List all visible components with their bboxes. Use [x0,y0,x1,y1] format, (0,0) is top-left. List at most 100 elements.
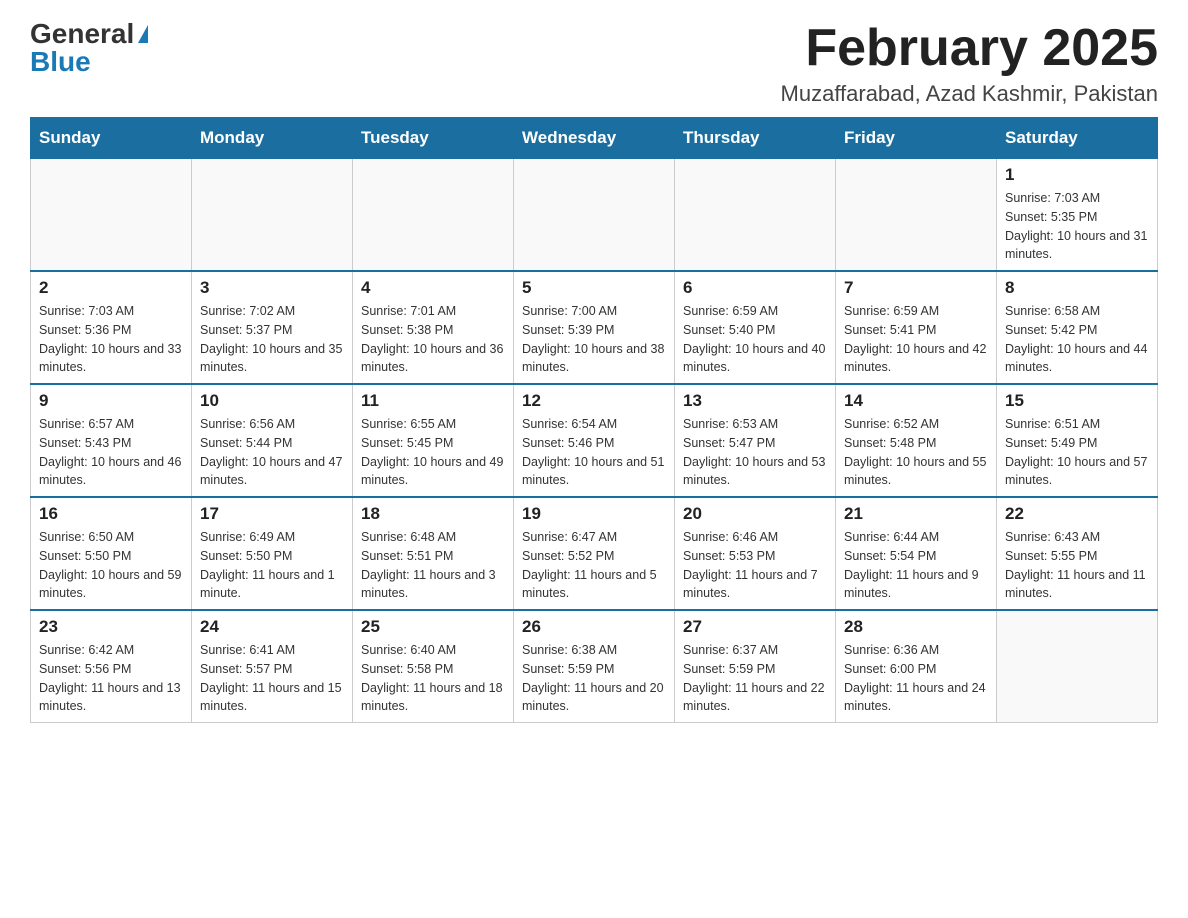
day-number: 23 [39,617,183,637]
calendar-cell: 4 Sunrise: 7:01 AMSunset: 5:38 PMDaylight… [353,271,514,384]
calendar-cell: 23 Sunrise: 6:42 AMSunset: 5:56 PMDayligh… [31,610,192,723]
day-info: Sunrise: 6:59 AMSunset: 5:40 PMDaylight:… [683,302,827,377]
day-number: 7 [844,278,988,298]
day-info: Sunrise: 6:50 AMSunset: 5:50 PMDaylight:… [39,528,183,603]
calendar-cell: 13Sunrise: 6:53 AMSunset: 5:47 PMDayligh… [675,384,836,497]
day-number: 24 [200,617,344,637]
day-info: Sunrise: 6:48 AMSunset: 5:51 PMDaylight:… [361,528,505,603]
calendar-header-saturday: Saturday [997,118,1158,159]
calendar-header-row: SundayMondayTuesdayWednesdayThursdayFrid… [31,118,1158,159]
day-info: Sunrise: 6:40 AMSunset: 5:58 PMDaylight:… [361,641,505,716]
calendar-week-row: 1 Sunrise: 7:03 AMSunset: 5:35 PMDaylight… [31,159,1158,272]
day-info: Sunrise: 6:53 AMSunset: 5:47 PMDaylight:… [683,415,827,490]
day-info: Sunrise: 6:51 AMSunset: 5:49 PMDaylight:… [1005,415,1149,490]
day-info: Sunrise: 6:59 AMSunset: 5:41 PMDaylight:… [844,302,988,377]
day-number: 28 [844,617,988,637]
day-number: 6 [683,278,827,298]
day-number: 17 [200,504,344,524]
calendar-cell: 22Sunrise: 6:43 AMSunset: 5:55 PMDayligh… [997,497,1158,610]
calendar-cell: 20 Sunrise: 6:46 AMSunset: 5:53 PMDayligh… [675,497,836,610]
day-number: 14 [844,391,988,411]
calendar-cell: 21 Sunrise: 6:44 AMSunset: 5:54 PMDayligh… [836,497,997,610]
calendar-cell: 8 Sunrise: 6:58 AMSunset: 5:42 PMDaylight… [997,271,1158,384]
calendar-cell: 19 Sunrise: 6:47 AMSunset: 5:52 PMDayligh… [514,497,675,610]
calendar-cell: 2Sunrise: 7:03 AMSunset: 5:36 PMDaylight… [31,271,192,384]
calendar-cell: 25Sunrise: 6:40 AMSunset: 5:58 PMDayligh… [353,610,514,723]
calendar-cell: 7 Sunrise: 6:59 AMSunset: 5:41 PMDaylight… [836,271,997,384]
calendar-cell: 3 Sunrise: 7:02 AMSunset: 5:37 PMDaylight… [192,271,353,384]
calendar-cell: 16 Sunrise: 6:50 AMSunset: 5:50 PMDayligh… [31,497,192,610]
day-info: Sunrise: 6:44 AMSunset: 5:54 PMDaylight:… [844,528,988,603]
calendar-cell [836,159,997,272]
day-number: 18 [361,504,505,524]
day-info: Sunrise: 7:01 AMSunset: 5:38 PMDaylight:… [361,302,505,377]
calendar-cell: 12 Sunrise: 6:54 AMSunset: 5:46 PMDayligh… [514,384,675,497]
day-info: Sunrise: 7:00 AMSunset: 5:39 PMDaylight:… [522,302,666,377]
day-info: Sunrise: 6:41 AMSunset: 5:57 PMDaylight:… [200,641,344,716]
day-number: 21 [844,504,988,524]
day-number: 26 [522,617,666,637]
day-number: 22 [1005,504,1149,524]
day-info: Sunrise: 6:37 AMSunset: 5:59 PMDaylight:… [683,641,827,716]
day-number: 20 [683,504,827,524]
day-number: 9 [39,391,183,411]
calendar-cell: 10Sunrise: 6:56 AMSunset: 5:44 PMDayligh… [192,384,353,497]
calendar-cell [997,610,1158,723]
day-info: Sunrise: 6:46 AMSunset: 5:53 PMDaylight:… [683,528,827,603]
day-number: 12 [522,391,666,411]
calendar-cell: 14 Sunrise: 6:52 AMSunset: 5:48 PMDayligh… [836,384,997,497]
calendar-cell: 26 Sunrise: 6:38 AMSunset: 5:59 PMDayligh… [514,610,675,723]
calendar-cell: 1 Sunrise: 7:03 AMSunset: 5:35 PMDaylight… [997,159,1158,272]
day-info: Sunrise: 6:47 AMSunset: 5:52 PMDaylight:… [522,528,666,603]
logo-general-text: General [30,20,134,48]
day-info: Sunrise: 7:03 AMSunset: 5:35 PMDaylight:… [1005,189,1149,264]
calendar-cell: 15 Sunrise: 6:51 AMSunset: 5:49 PMDayligh… [997,384,1158,497]
calendar-cell [514,159,675,272]
location-title: Muzaffarabad, Azad Kashmir, Pakistan [781,81,1158,107]
calendar-cell: 9 Sunrise: 6:57 AMSunset: 5:43 PMDaylight… [31,384,192,497]
day-info: Sunrise: 6:52 AMSunset: 5:48 PMDaylight:… [844,415,988,490]
day-number: 8 [1005,278,1149,298]
logo-triangle-icon [138,25,148,43]
calendar-cell: 28 Sunrise: 6:36 AMSunset: 6:00 PMDayligh… [836,610,997,723]
day-info: Sunrise: 6:42 AMSunset: 5:56 PMDaylight:… [39,641,183,716]
day-number: 4 [361,278,505,298]
page-header: General Blue February 2025 Muzaffarabad,… [30,20,1158,107]
calendar-header-tuesday: Tuesday [353,118,514,159]
day-info: Sunrise: 6:38 AMSunset: 5:59 PMDaylight:… [522,641,666,716]
day-number: 10 [200,391,344,411]
day-number: 15 [1005,391,1149,411]
day-number: 5 [522,278,666,298]
day-info: Sunrise: 6:36 AMSunset: 6:00 PMDaylight:… [844,641,988,716]
calendar-week-row: 9 Sunrise: 6:57 AMSunset: 5:43 PMDaylight… [31,384,1158,497]
day-number: 11 [361,391,505,411]
title-area: February 2025 Muzaffarabad, Azad Kashmir… [781,20,1158,107]
calendar-cell: 11 Sunrise: 6:55 AMSunset: 5:45 PMDayligh… [353,384,514,497]
calendar-week-row: 2Sunrise: 7:03 AMSunset: 5:36 PMDaylight… [31,271,1158,384]
day-info: Sunrise: 6:54 AMSunset: 5:46 PMDaylight:… [522,415,666,490]
calendar-cell [675,159,836,272]
day-number: 3 [200,278,344,298]
calendar-header-friday: Friday [836,118,997,159]
calendar-header-monday: Monday [192,118,353,159]
day-info: Sunrise: 6:55 AMSunset: 5:45 PMDaylight:… [361,415,505,490]
calendar-week-row: 16 Sunrise: 6:50 AMSunset: 5:50 PMDayligh… [31,497,1158,610]
calendar-cell: 18 Sunrise: 6:48 AMSunset: 5:51 PMDayligh… [353,497,514,610]
calendar-week-row: 23 Sunrise: 6:42 AMSunset: 5:56 PMDayligh… [31,610,1158,723]
logo-blue-text: Blue [30,48,91,76]
day-number: 27 [683,617,827,637]
day-info: Sunrise: 6:57 AMSunset: 5:43 PMDaylight:… [39,415,183,490]
calendar-cell: 24 Sunrise: 6:41 AMSunset: 5:57 PMDayligh… [192,610,353,723]
day-number: 2 [39,278,183,298]
calendar-cell: 6 Sunrise: 6:59 AMSunset: 5:40 PMDaylight… [675,271,836,384]
day-number: 16 [39,504,183,524]
day-number: 19 [522,504,666,524]
calendar-header-sunday: Sunday [31,118,192,159]
calendar-header-thursday: Thursday [675,118,836,159]
calendar-cell [31,159,192,272]
day-info: Sunrise: 6:58 AMSunset: 5:42 PMDaylight:… [1005,302,1149,377]
day-info: Sunrise: 7:02 AMSunset: 5:37 PMDaylight:… [200,302,344,377]
calendar-table: SundayMondayTuesdayWednesdayThursdayFrid… [30,117,1158,723]
calendar-header-wednesday: Wednesday [514,118,675,159]
day-number: 1 [1005,165,1149,185]
